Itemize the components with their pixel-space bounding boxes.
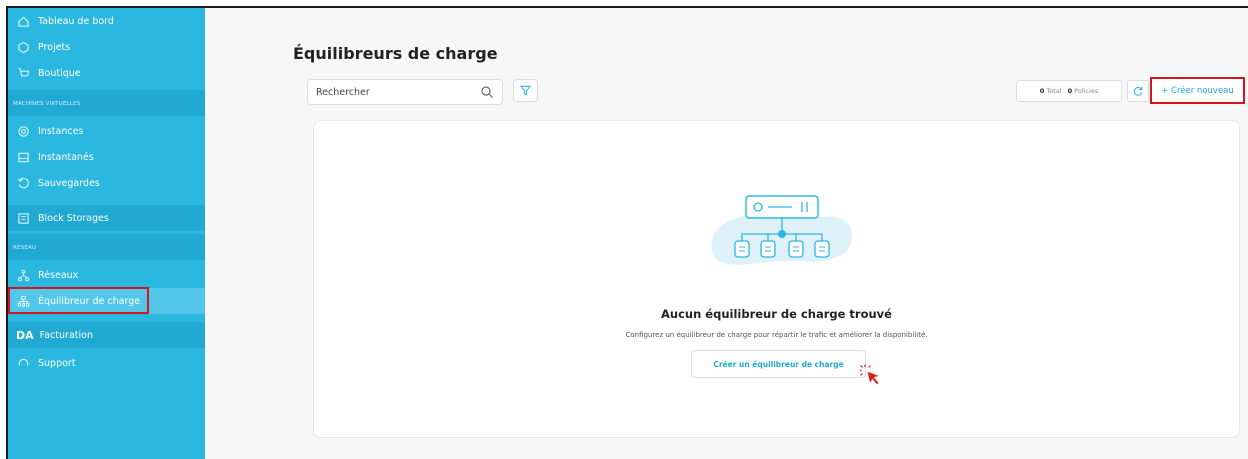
storage-icon <box>16 211 30 225</box>
sidebar-item-shop[interactable]: Boutique <box>8 60 205 86</box>
highlight-box-load-balancer <box>8 287 149 314</box>
empty-state-description: Configurez un équilibreur de charge pour… <box>625 331 928 339</box>
empty-state-title: Aucun équilibreur de charge trouvé <box>661 307 892 321</box>
create-new-button[interactable]: + Créer nouveau <box>1150 77 1245 104</box>
support-icon <box>16 356 30 370</box>
backup-icon <box>16 176 30 190</box>
load-balancer-illustration <box>711 195 852 265</box>
sidebar-item-networks[interactable]: Réseaux <box>8 262 205 288</box>
sidebar-item-label: Facturation <box>39 329 93 341</box>
search-icon[interactable] <box>480 85 494 99</box>
filter-icon <box>519 85 532 96</box>
projects-icon <box>16 40 30 54</box>
snapshot-icon <box>16 150 30 164</box>
sidebar-item-label: Instances <box>38 125 84 137</box>
mouse-cursor-icon <box>860 364 882 386</box>
policies-count: 0 Policies <box>1067 87 1099 95</box>
sidebar-item-label: Boutique <box>38 67 81 79</box>
sidebar-item-dashboard[interactable]: Tableau de bord <box>8 8 205 34</box>
app-frame: Tableau de bord Projets Boutique MACHINE… <box>6 6 1248 459</box>
refresh-button[interactable] <box>1127 80 1149 102</box>
sidebar: Tableau de bord Projets Boutique MACHINE… <box>8 8 205 459</box>
sidebar-item-snapshots[interactable]: Instantanés <box>8 144 205 170</box>
sidebar-item-label: Réseaux <box>38 269 79 281</box>
sidebar-item-label: Sauvegardes <box>38 177 100 189</box>
create-load-balancer-button[interactable]: Créer un équilibreur de charge <box>691 350 866 378</box>
shop-icon <box>16 66 30 80</box>
sidebar-item-label: Support <box>38 357 76 369</box>
search-placeholder: Rechercher <box>316 86 370 98</box>
section-label-network: RÉSEAU <box>13 245 37 251</box>
sidebar-item-support[interactable]: Support <box>8 350 205 376</box>
page-title: Équilibreurs de charge <box>293 44 498 63</box>
empty-state-card: Aucun équilibreur de charge trouvé Confi… <box>313 120 1240 438</box>
section-band-network <box>8 234 205 260</box>
sidebar-item-billing[interactable]: DA Facturation <box>8 322 205 348</box>
search-input[interactable]: Rechercher <box>307 79 503 105</box>
total-count: 0 Total <box>1039 87 1062 95</box>
home-icon <box>16 14 30 28</box>
sidebar-item-label: Instantanés <box>38 151 94 163</box>
instances-icon <box>16 124 30 138</box>
sidebar-item-projects[interactable]: Projets <box>8 34 205 60</box>
sidebar-item-instances[interactable]: Instances <box>8 118 205 144</box>
section-label-vm: MACHINES VIRTUELLES <box>13 101 81 107</box>
billing-icon: DA <box>16 328 34 342</box>
filter-button[interactable] <box>513 79 538 102</box>
refresh-icon <box>1133 86 1143 96</box>
sidebar-item-label: Block Storages <box>38 212 109 224</box>
counts-badge: 0 Total 0 Policies <box>1016 80 1122 102</box>
sidebar-item-backups[interactable]: Sauvegardes <box>8 170 205 196</box>
network-icon <box>16 268 30 282</box>
sidebar-item-label: Projets <box>38 41 71 53</box>
sidebar-item-label: Tableau de bord <box>38 15 114 27</box>
sidebar-item-block-storages[interactable]: Block Storages <box>8 205 205 231</box>
